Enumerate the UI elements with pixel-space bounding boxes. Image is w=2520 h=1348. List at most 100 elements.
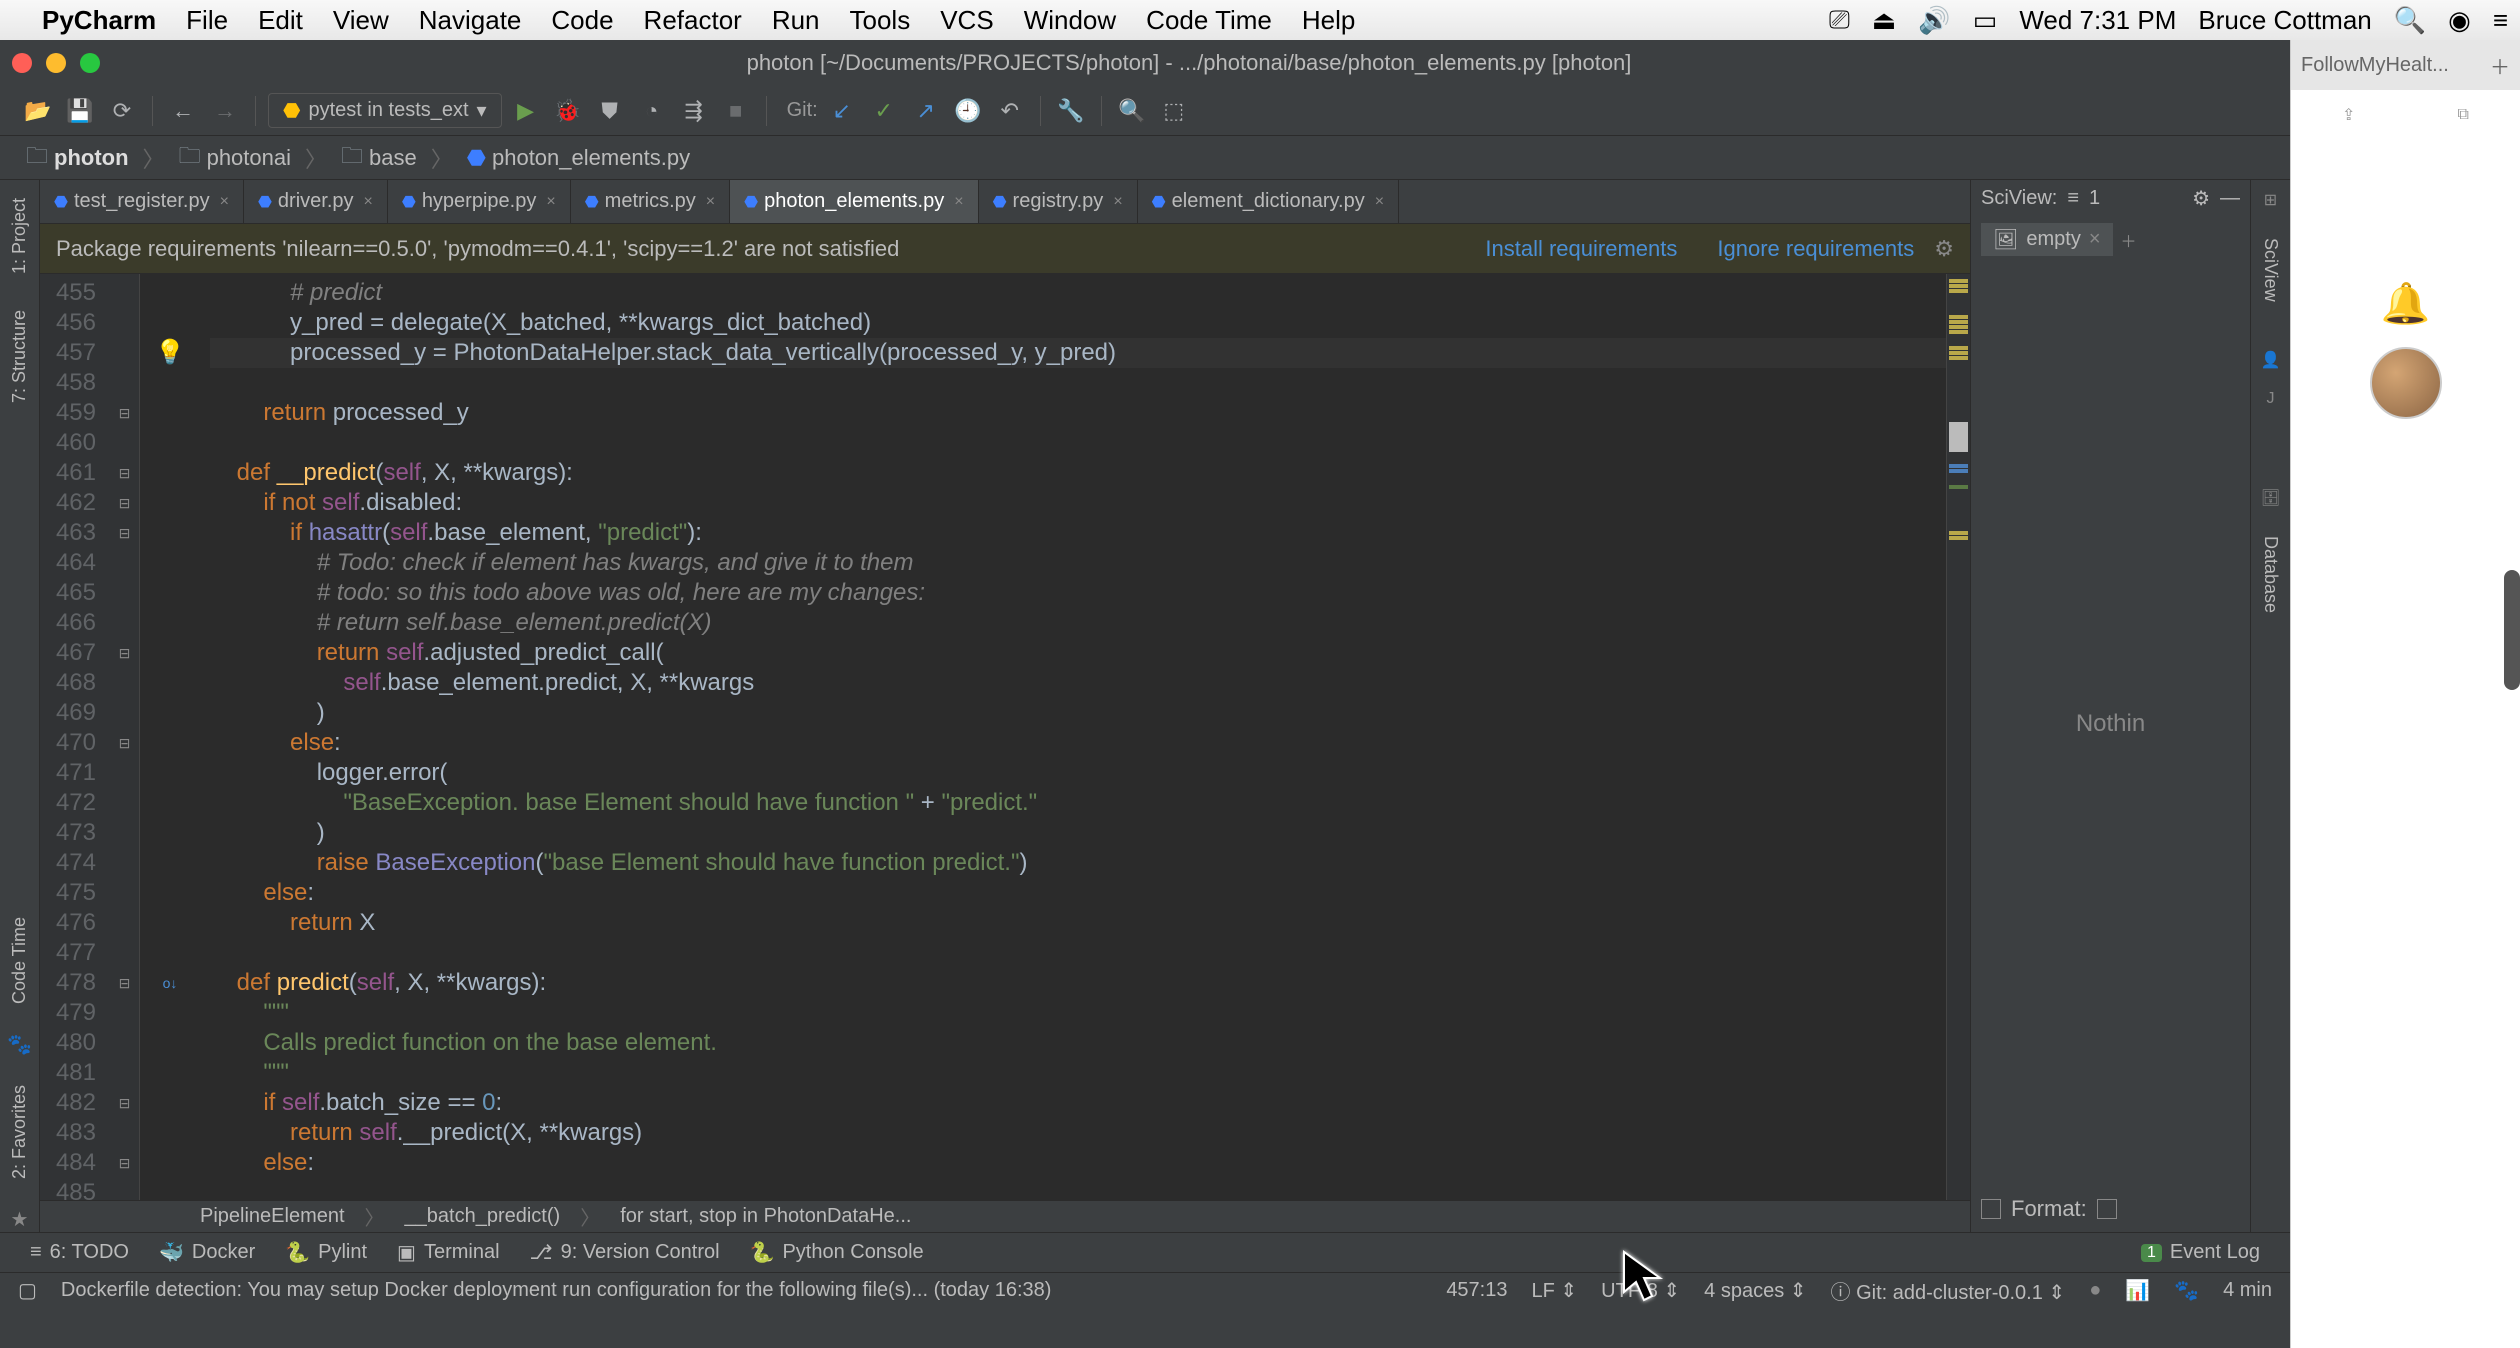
concurrent-icon[interactable]: ⇶: [676, 93, 712, 129]
close-tab-icon[interactable]: ×: [954, 193, 963, 211]
menu-run[interactable]: Run: [772, 5, 820, 36]
scrollbar-thumb[interactable]: [2504, 570, 2520, 690]
bottom-tool-tab[interactable]: ⎇9: Version Control: [530, 1240, 720, 1265]
star-icon[interactable]: ★: [11, 1207, 29, 1232]
avatar[interactable]: [2370, 347, 2442, 419]
sciview-minimize-icon[interactable]: —: [2220, 187, 2240, 210]
siri-icon[interactable]: ◉: [2448, 5, 2471, 36]
share-icon[interactable]: ⇪: [2342, 105, 2355, 125]
bottom-tool-tab[interactable]: ≡6: TODO: [30, 1241, 129, 1264]
menu-codetime[interactable]: Code Time: [1146, 5, 1272, 36]
tool-favorites[interactable]: 2: Favorites: [5, 1077, 34, 1187]
editor-tab[interactable]: ⬣registry.py×: [979, 180, 1138, 223]
ignore-requirements-link[interactable]: Ignore requirements: [1717, 236, 1914, 262]
bottom-tool-tab[interactable]: ▣Terminal: [397, 1240, 499, 1265]
editor-tab[interactable]: ⬣driver.py×: [244, 180, 388, 223]
crumb-class[interactable]: PipelineElement: [200, 1205, 345, 1228]
event-log[interactable]: 1Event Log: [2141, 1241, 2260, 1264]
inspection-indicator[interactable]: ●: [2089, 1279, 2101, 1302]
fold-stripe[interactable]: ⊟⊟⊟⊟⊟⊟⊟⊟⊟: [110, 274, 140, 1200]
bottom-tool-tab[interactable]: 🐍Python Console: [750, 1240, 924, 1265]
close-tab-icon[interactable]: ×: [364, 193, 373, 211]
airplay-icon[interactable]: ⎚: [1829, 4, 1850, 36]
clock[interactable]: Wed 7:31 PM: [2019, 5, 2176, 36]
git-pull-icon[interactable]: ↙: [824, 93, 860, 129]
tabs-icon[interactable]: ⧉: [2458, 106, 2469, 124]
git-revert-icon[interactable]: ↶: [992, 93, 1028, 129]
status-tool-window-icon[interactable]: ▢: [18, 1278, 37, 1303]
tool-project[interactable]: 1: Project: [5, 190, 34, 282]
close-tab-icon[interactable]: ×: [220, 193, 229, 211]
nav-crumb-file[interactable]: ⬣ photon_elements.py: [461, 143, 696, 173]
menu-code[interactable]: Code: [551, 5, 613, 36]
code-editor[interactable]: 4554564574584594604614624634644654664674…: [40, 274, 1970, 1200]
save-icon[interactable]: 💾: [62, 93, 98, 129]
editor-tab[interactable]: ⬣element_dictionary.py×: [1138, 180, 1399, 223]
line-separator[interactable]: LF ⇕: [1531, 1278, 1577, 1303]
run-configuration-dropdown[interactable]: ⬣ pytest in tests_ext ▾: [268, 93, 502, 128]
sciview-mode-icon[interactable]: ≡: [2067, 187, 2079, 210]
close-tab-icon[interactable]: ×: [2089, 228, 2101, 251]
sciview-checkbox[interactable]: [1981, 1199, 2001, 1219]
codetime-paw-icon[interactable]: 🐾: [2174, 1278, 2199, 1303]
eject-icon[interactable]: ⏏: [1872, 5, 1897, 36]
editor-tab[interactable]: ⬣photon_elements.py×: [730, 180, 978, 223]
sciview-format-field[interactable]: [2097, 1199, 2117, 1219]
codetime-duration[interactable]: 4 min: [2223, 1279, 2272, 1302]
nav-crumb-root[interactable]: 🗀 photon: [20, 137, 135, 179]
structure-icon[interactable]: ⬚: [1156, 93, 1192, 129]
git-history-icon[interactable]: 🕘: [950, 93, 986, 129]
close-tab-icon[interactable]: ×: [546, 193, 555, 211]
install-requirements-link[interactable]: Install requirements: [1485, 236, 1677, 262]
minimize-window-button[interactable]: [46, 53, 66, 73]
new-tab-icon[interactable]: ＋: [2490, 51, 2510, 80]
menu-help[interactable]: Help: [1302, 5, 1355, 36]
close-tab-icon[interactable]: ×: [1375, 193, 1384, 211]
error-stripe[interactable]: [1946, 274, 1970, 1200]
profile-icon[interactable]: ◔: [634, 93, 670, 129]
peek-tab[interactable]: FollowMyHealt...: [2301, 54, 2449, 77]
menu-vcs[interactable]: VCS: [940, 5, 993, 36]
forward-icon[interactable]: →: [207, 93, 243, 129]
jenkins-icon[interactable]: J: [2267, 390, 2275, 408]
menu-window[interactable]: Window: [1024, 5, 1116, 36]
sciview-settings-icon[interactable]: ⚙: [2192, 186, 2210, 211]
battery-icon[interactable]: ▭: [1973, 5, 1998, 36]
sciview-add-tab-icon[interactable]: ＋: [2121, 228, 2137, 252]
tool-structure[interactable]: 7: Structure: [5, 302, 34, 411]
paw-icon[interactable]: 🐾: [7, 1032, 32, 1057]
maximize-window-button[interactable]: [80, 53, 100, 73]
override-icon[interactable]: o↓: [163, 968, 178, 998]
close-tab-icon[interactable]: ×: [1113, 193, 1122, 211]
app-name[interactable]: PyCharm: [42, 5, 156, 36]
intention-bulb-icon[interactable]: 💡: [155, 338, 185, 368]
database-icon[interactable]: 🗄: [2260, 488, 2280, 508]
back-icon[interactable]: ←: [165, 93, 201, 129]
menu-navigate[interactable]: Navigate: [419, 5, 522, 36]
tool-codetime[interactable]: Code Time: [5, 909, 34, 1012]
close-window-button[interactable]: [12, 53, 32, 73]
git-commit-icon[interactable]: ✓: [866, 93, 902, 129]
file-encoding[interactable]: UTF-8 ⇕: [1601, 1278, 1680, 1303]
debug-icon[interactable]: 🐞: [550, 93, 586, 129]
bottom-tool-tab[interactable]: 🐳Docker: [159, 1240, 255, 1265]
run-icon[interactable]: ▶: [508, 93, 544, 129]
editor-tab[interactable]: ⬣hyperpipe.py×: [388, 180, 571, 223]
editor-tab[interactable]: ⬣metrics.py×: [571, 180, 730, 223]
crumb-method[interactable]: __batch_predict(): [405, 1205, 561, 1228]
stop-icon[interactable]: ■: [718, 93, 754, 129]
spotlight-icon[interactable]: 🔍: [2394, 5, 2426, 36]
volume-icon[interactable]: 🔊: [1918, 5, 1950, 36]
notification-center-icon[interactable]: ≡: [2493, 5, 2508, 36]
nav-crumb-1[interactable]: 🗀 photonai: [173, 137, 297, 179]
banner-settings-icon[interactable]: ⚙: [1934, 236, 1954, 262]
indent-setting[interactable]: 4 spaces ⇕: [1704, 1278, 1806, 1303]
cursor-position[interactable]: 457:13: [1446, 1279, 1507, 1302]
user-name[interactable]: Bruce Cottman: [2198, 5, 2371, 36]
sciview-tab-empty[interactable]: 🖼 empty ×: [1981, 223, 2113, 256]
crumb-block[interactable]: for start, stop in PhotonDataHe...: [620, 1205, 911, 1228]
menu-file[interactable]: File: [186, 5, 228, 36]
nav-crumb-2[interactable]: 🗀 base: [335, 137, 423, 179]
git-push-icon[interactable]: ↗: [908, 93, 944, 129]
menu-edit[interactable]: Edit: [258, 5, 303, 36]
